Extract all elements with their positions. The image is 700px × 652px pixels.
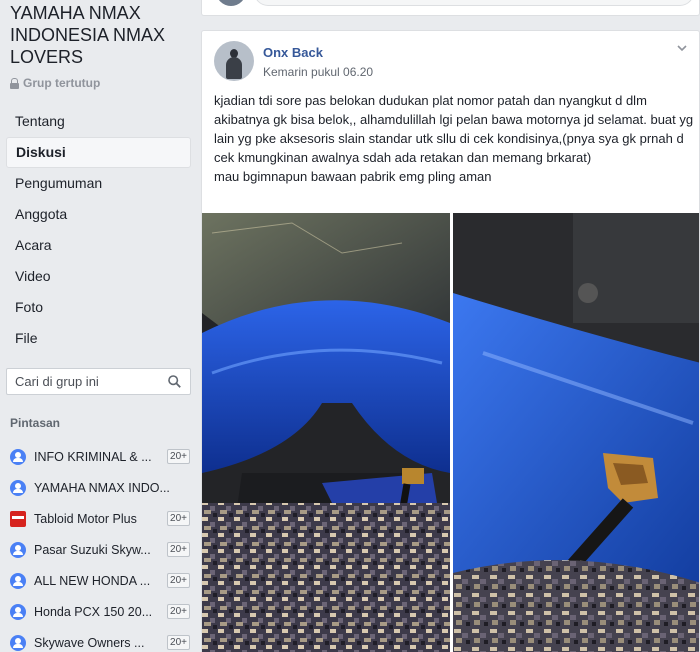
shortcut-count-badge: 20+ [167,511,190,526]
shortcut-count-badge: 20+ [167,573,190,588]
shortcut-item[interactable]: YAMAHA NMAX INDO... [10,472,190,503]
shortcut-label: Honda PCX 150 20... [34,604,153,619]
group-status-label: Grup tertutup [23,76,101,90]
shortcut-label: INFO KRIMINAL & ... [34,449,152,464]
post-author[interactable]: Onx Back [263,45,323,60]
group-icon [10,572,26,589]
shortcuts-list: INFO KRIMINAL & ... 20+ YAMAHA NMAX INDO… [10,441,190,652]
group-privacy-status: Grup tertutup [10,76,100,90]
nav-item-foto[interactable]: Foto [6,292,191,323]
post-timestamp[interactable]: Kemarin pukul 06.20 [263,65,373,79]
group-title[interactable]: YAMAHA NMAX INDONESIA NMAX LOVERS [10,2,198,68]
post-photo[interactable] [202,213,450,652]
lock-icon [10,77,19,89]
search-icon[interactable] [168,375,181,388]
nav-item-anggota[interactable]: Anggota [6,199,191,230]
shortcut-item[interactable]: Skywave Owners ... 20+ [10,627,190,652]
group-icon [10,634,26,651]
nav-item-pengumuman[interactable]: Pengumuman [6,168,191,199]
page-icon [10,510,26,527]
nav-item-acara[interactable]: Acara [6,230,191,261]
group-sidebar: YAMAHA NMAX INDONESIA NMAX LOVERS Grup t… [0,0,200,652]
shortcut-item[interactable]: Tabloid Motor Plus 20+ [10,503,190,534]
photo-scooter-front [202,213,450,652]
shortcut-label: Pasar Suzuki Skyw... [34,542,151,557]
group-nav: Tentang Diskusi Pengumuman Anggota Acara… [6,106,191,354]
shortcut-count-badge: 20+ [167,635,190,650]
post-body-text: kjadian tdi sore pas belokan dudukan pla… [214,93,694,184]
shortcut-label: ALL NEW HONDA ... [34,573,151,588]
group-search-input[interactable] [7,369,157,394]
shortcut-label: Skywave Owners ... [34,635,145,650]
post-photos [202,213,699,652]
shortcut-item[interactable]: Pasar Suzuki Skyw... 20+ [10,534,190,565]
group-search [6,368,191,395]
shortcut-item[interactable]: ALL NEW HONDA ... 20+ [10,565,190,596]
shortcut-label: YAMAHA NMAX INDO... [34,480,170,495]
shortcut-item[interactable]: INFO KRIMINAL & ... 20+ [10,441,190,472]
photo-broken-mount [453,213,699,652]
group-icon [10,448,26,465]
shortcut-item[interactable]: Honda PCX 150 20... 20+ [10,596,190,627]
post-composer [201,0,700,16]
shortcut-count-badge: 20+ [167,604,190,619]
chevron-down-icon[interactable] [677,43,687,53]
nav-item-file[interactable]: File [6,323,191,354]
avatar [216,0,246,6]
group-icon [10,479,26,496]
composer-input[interactable] [254,0,694,6]
shortcut-label: Tabloid Motor Plus [34,511,137,526]
shortcut-count-badge: 20+ [167,449,190,464]
shortcut-count-badge: 20+ [167,542,190,557]
group-icon [10,541,26,558]
shortcuts-title: Pintasan [10,416,61,430]
group-icon [10,603,26,620]
feed-post: Onx Back Kemarin pukul 06.20 kjadian tdi… [201,30,700,652]
nav-item-video[interactable]: Video [6,261,191,292]
nav-item-tentang[interactable]: Tentang [6,106,191,137]
post-photo[interactable] [453,213,699,652]
nav-item-diskusi[interactable]: Diskusi [6,137,191,168]
author-avatar[interactable] [214,41,254,81]
post-text: kjadian tdi sore pas belokan dudukan pla… [214,91,694,186]
